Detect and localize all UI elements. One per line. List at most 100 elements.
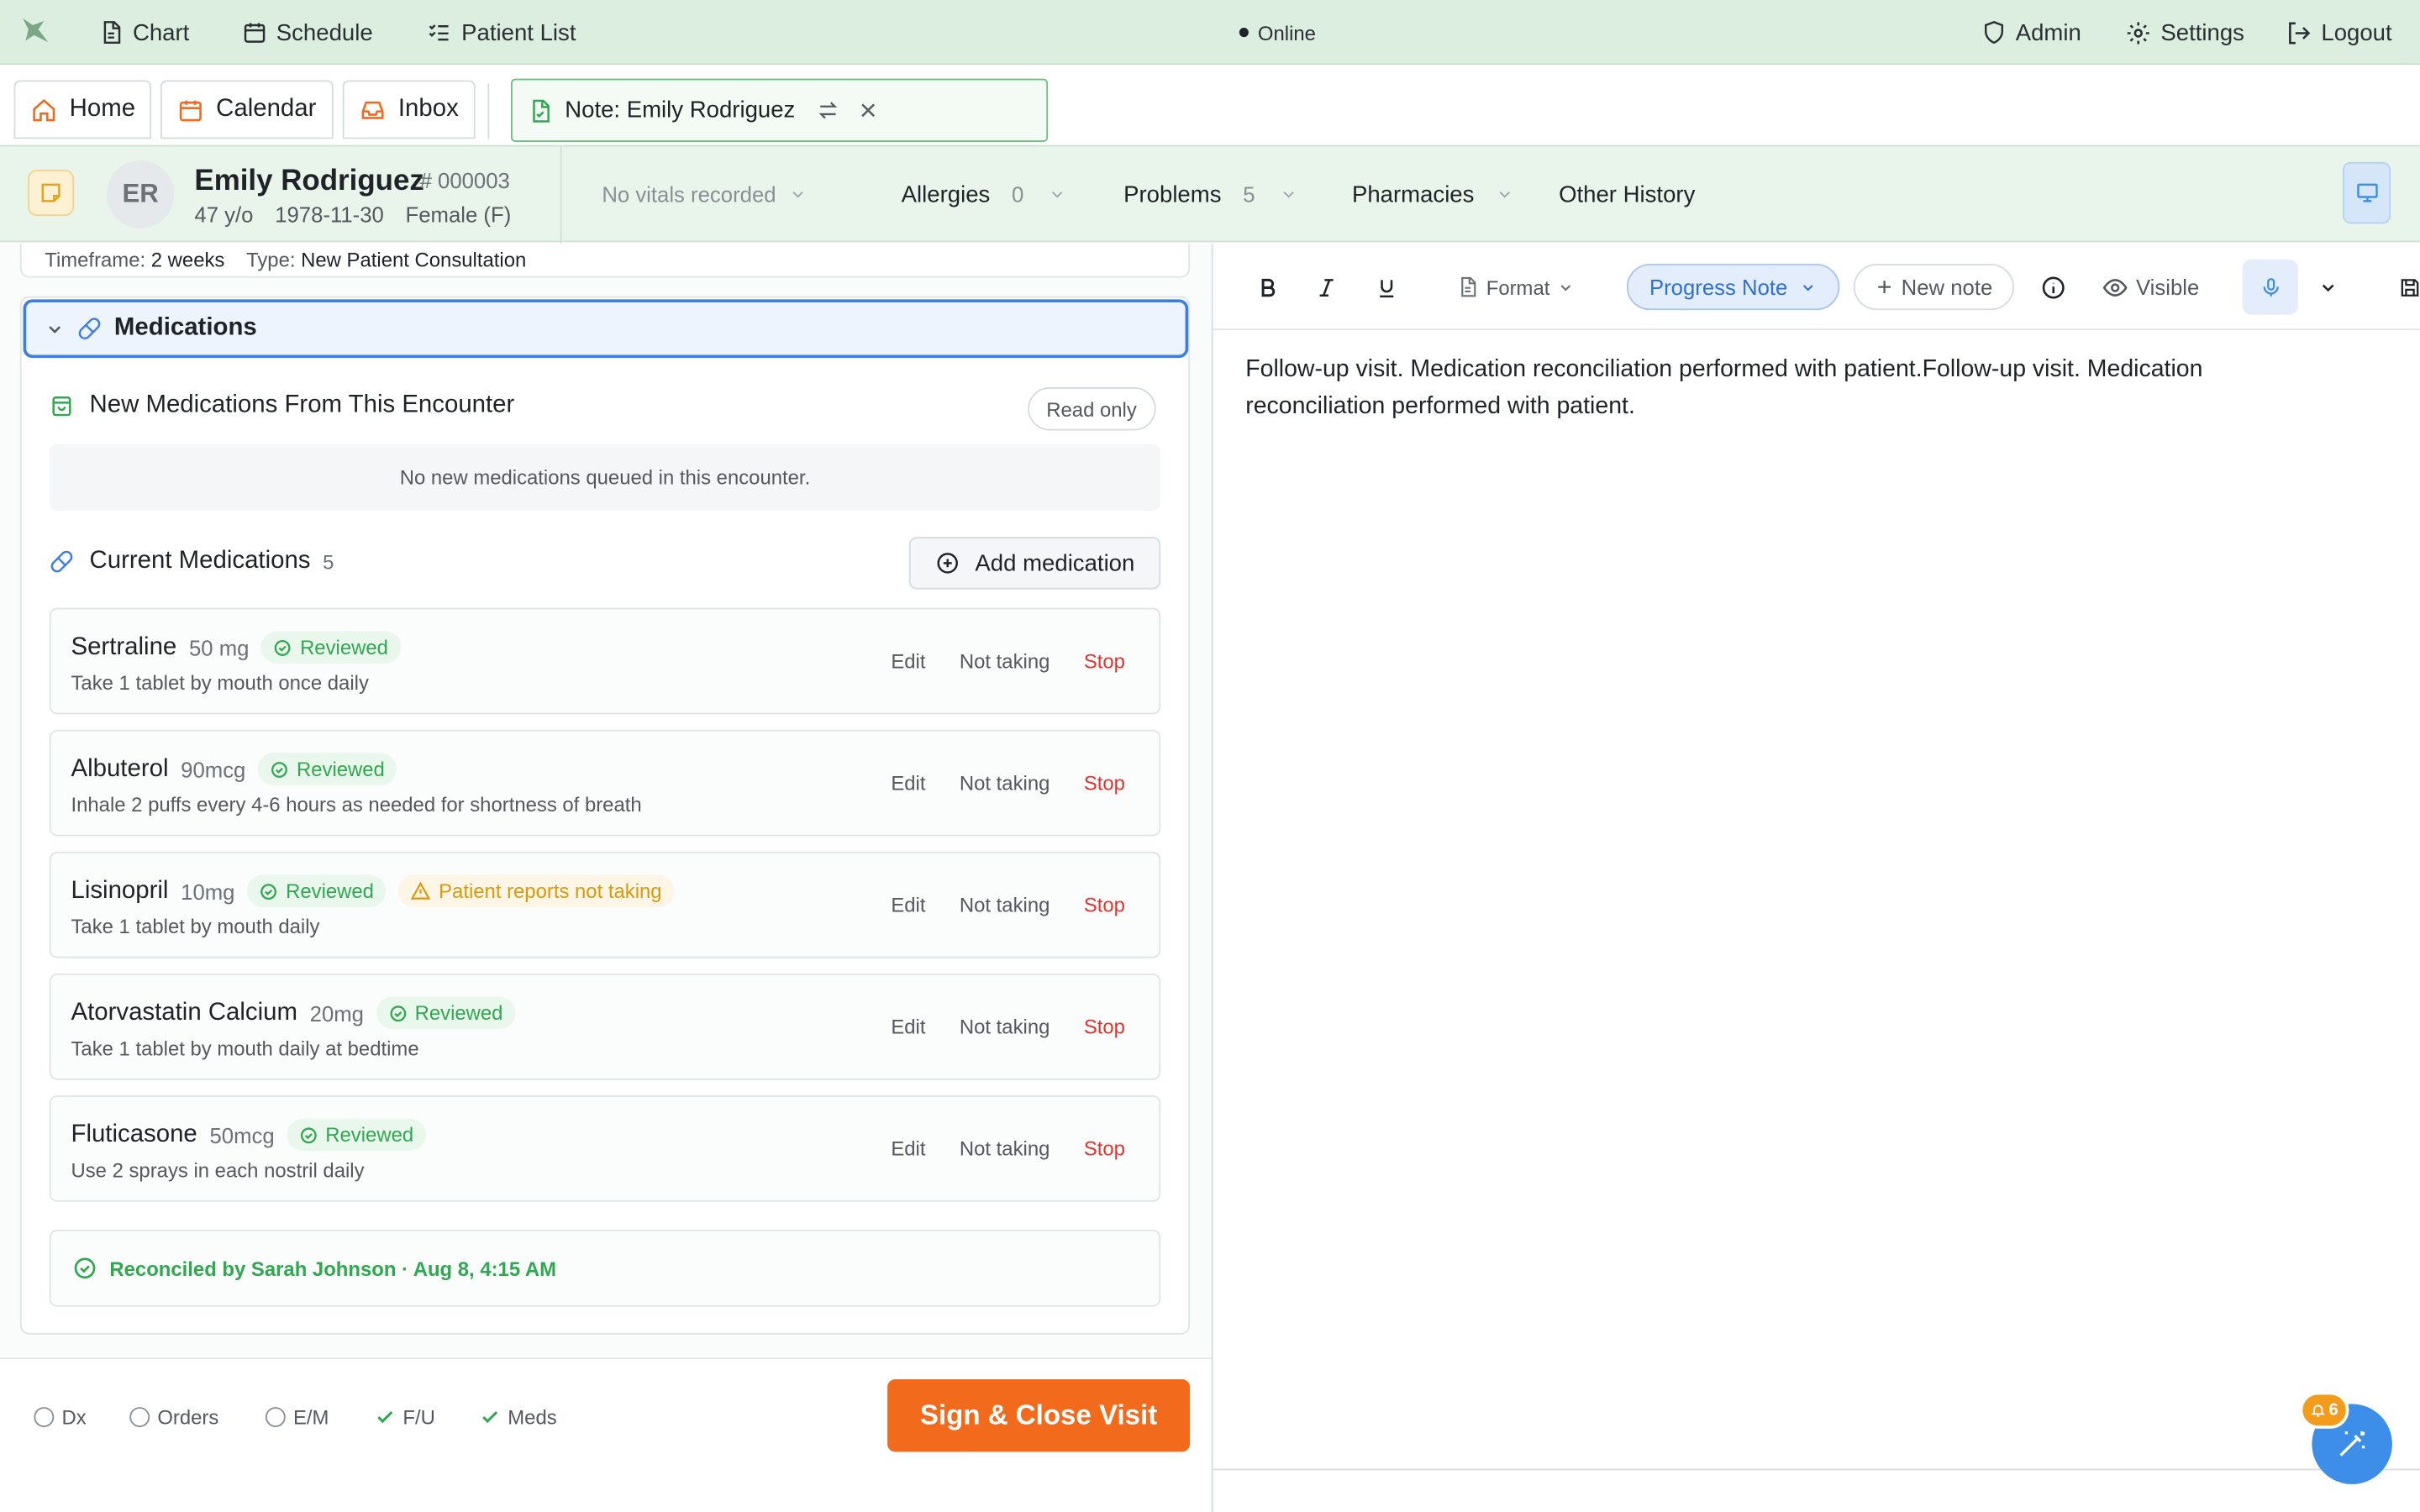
italic-button[interactable] (1315, 244, 1339, 330)
stop-medication-button[interactable]: Stop (1084, 893, 1125, 916)
document-icon (1457, 276, 1479, 298)
nav-patient-list-label: Patient List (461, 18, 576, 46)
medication-row: Lisinopril 10mg Reviewed Patient reports… (49, 851, 1161, 958)
tab-separator (487, 83, 490, 139)
not-taking-button[interactable]: Not taking (960, 893, 1050, 916)
vitals-dropdown[interactable]: No vitals recorded (602, 146, 807, 242)
tab-active-note[interactable]: Note: Emily Rodriguez (510, 78, 1049, 142)
notification-badge[interactable]: 6 (2299, 1391, 2349, 1429)
edit-medication-button[interactable]: Edit (891, 893, 925, 916)
reviewed-badge: Reviewed (376, 996, 516, 1030)
empty-circle-icon (34, 1407, 55, 1427)
stop-medication-button[interactable]: Stop (1084, 1137, 1125, 1161)
check-circle-icon (72, 1256, 97, 1280)
medication-row: Sertraline 50 mg Reviewed Take 1 tablet … (49, 607, 1161, 715)
checklist-em-label: E/M (292, 1405, 329, 1429)
tab-calendar[interactable]: Calendar (160, 80, 334, 139)
note-content-editor[interactable]: Follow-up visit. Medication reconciliati… (1245, 352, 2326, 426)
calendar-icon (242, 20, 266, 45)
other-history-link[interactable]: Other History (1559, 146, 1695, 242)
tab-home[interactable]: Home (13, 80, 151, 139)
not-taking-button[interactable]: Not taking (960, 1137, 1050, 1161)
close-icon[interactable] (859, 100, 879, 120)
format-dropdown[interactable]: Format (1457, 244, 1575, 330)
monitor-view-button[interactable] (2343, 161, 2391, 224)
document-icon (99, 20, 124, 45)
medication-sig: Take 1 tablet by mouth daily at bedtime (71, 1037, 419, 1060)
other-history-label: Other History (1559, 181, 1696, 208)
chevron-down-icon (1800, 279, 1817, 296)
connection-status: Online (1239, 0, 1316, 65)
medication-name: Fluticasone (71, 1121, 197, 1147)
reviewed-badge: Reviewed (247, 874, 387, 907)
visit-info: Timeframe: 2 weeks Type: New Patient Con… (45, 249, 526, 272)
underline-button[interactable] (1375, 244, 1398, 330)
note-editor: Format Progress Note New note Visible Fo… (1213, 244, 2420, 1471)
not-taking-button[interactable]: Not taking (960, 649, 1050, 673)
reviewed-badge: Reviewed (261, 631, 401, 664)
current-medications-count: 5 (323, 549, 334, 574)
dictation-button[interactable] (2242, 259, 2298, 315)
check-circle-icon (274, 638, 292, 656)
swap-icon[interactable] (817, 99, 840, 123)
type-label: Type: (246, 248, 296, 272)
new-note-label: New note (1901, 274, 1993, 300)
checklist-dx[interactable]: Dx (34, 1405, 87, 1429)
edit-medication-button[interactable]: Edit (891, 1016, 925, 1039)
shield-icon (1981, 20, 2006, 45)
no-new-medications-message: No new medications queued in this encoun… (49, 444, 1161, 511)
visibility-toggle[interactable]: Visible (2102, 244, 2199, 330)
magic-wand-icon (2335, 1427, 2369, 1461)
nav-logout[interactable]: Logout (2286, 0, 2392, 65)
nav-admin[interactable]: Admin (1981, 0, 2081, 65)
checklist-icon (426, 20, 452, 45)
not-taking-button[interactable]: Not taking (960, 1016, 1050, 1039)
nav-patient-list[interactable]: Patient List (426, 0, 576, 65)
nav-settings[interactable]: Settings (2125, 0, 2244, 65)
checklist-orders[interactable]: Orders (129, 1405, 218, 1429)
medications-section-header[interactable]: Medications (23, 299, 1189, 359)
pharmacies-dropdown[interactable]: Pharmacies (1352, 146, 1514, 242)
nav-chart[interactable]: Chart (99, 0, 189, 65)
info-button[interactable] (2040, 244, 2066, 330)
stop-medication-button[interactable]: Stop (1084, 771, 1125, 795)
more-options-dropdown[interactable] (2318, 244, 2338, 330)
save-button[interactable] (2398, 244, 2420, 330)
new-note-button[interactable]: New note (1853, 264, 2014, 311)
stop-medication-button[interactable]: Stop (1084, 649, 1125, 673)
stop-medication-button[interactable]: Stop (1084, 1016, 1125, 1039)
reconciliation-label: Reconciled by Sarah Johnson · Aug 8, 4:1… (109, 1256, 557, 1280)
not-taking-button[interactable]: Not taking (960, 771, 1050, 795)
sticky-note-icon (39, 181, 63, 205)
problems-count: 5 (1243, 181, 1255, 207)
add-medication-label: Add medication (975, 549, 1135, 577)
bold-button[interactable] (1256, 244, 1280, 330)
problems-dropdown[interactable]: Problems 5 (1123, 146, 1298, 242)
format-label: Format (1486, 275, 1550, 299)
nav-schedule[interactable]: Schedule (242, 0, 373, 65)
nav-admin-label: Admin (2015, 18, 2081, 46)
tab-inbox[interactable]: Inbox (342, 80, 476, 139)
visit-footer: Dx Orders E/M F/U Meds Sign & Close Visi… (0, 1357, 1212, 1512)
checklist-em[interactable]: E/M (265, 1405, 329, 1429)
app-logo-icon[interactable] (18, 14, 52, 48)
edit-medication-button[interactable]: Edit (891, 771, 925, 795)
gear-icon (2125, 19, 2151, 45)
note-type-dropdown[interactable]: Progress Note (1626, 264, 1840, 311)
allergies-dropdown[interactable]: Allergies 0 (902, 146, 1067, 242)
patient-name[interactable]: Emily Rodriguez (194, 165, 424, 199)
sign-close-visit-button[interactable]: Sign & Close Visit (887, 1379, 1191, 1452)
nav-settings-label: Settings (2160, 18, 2244, 46)
add-medication-button[interactable]: Add medication (908, 537, 1161, 590)
checklist-dx-label: Dx (61, 1405, 87, 1429)
app-root: Chart Schedule Patient List Online Admin (0, 0, 2420, 1512)
checklist-fu[interactable]: F/U (375, 1405, 435, 1429)
medication-dose: 10mg (181, 879, 235, 904)
edit-medication-button[interactable]: Edit (891, 649, 925, 673)
checklist-meds[interactable]: Meds (480, 1405, 557, 1429)
sticky-note-button[interactable] (28, 170, 75, 217)
edit-medication-button[interactable]: Edit (891, 1137, 925, 1161)
current-medications-label: Current Medications (89, 548, 311, 575)
reviewed-label: Reviewed (296, 757, 385, 781)
connection-status-label: Online (1257, 20, 1316, 45)
